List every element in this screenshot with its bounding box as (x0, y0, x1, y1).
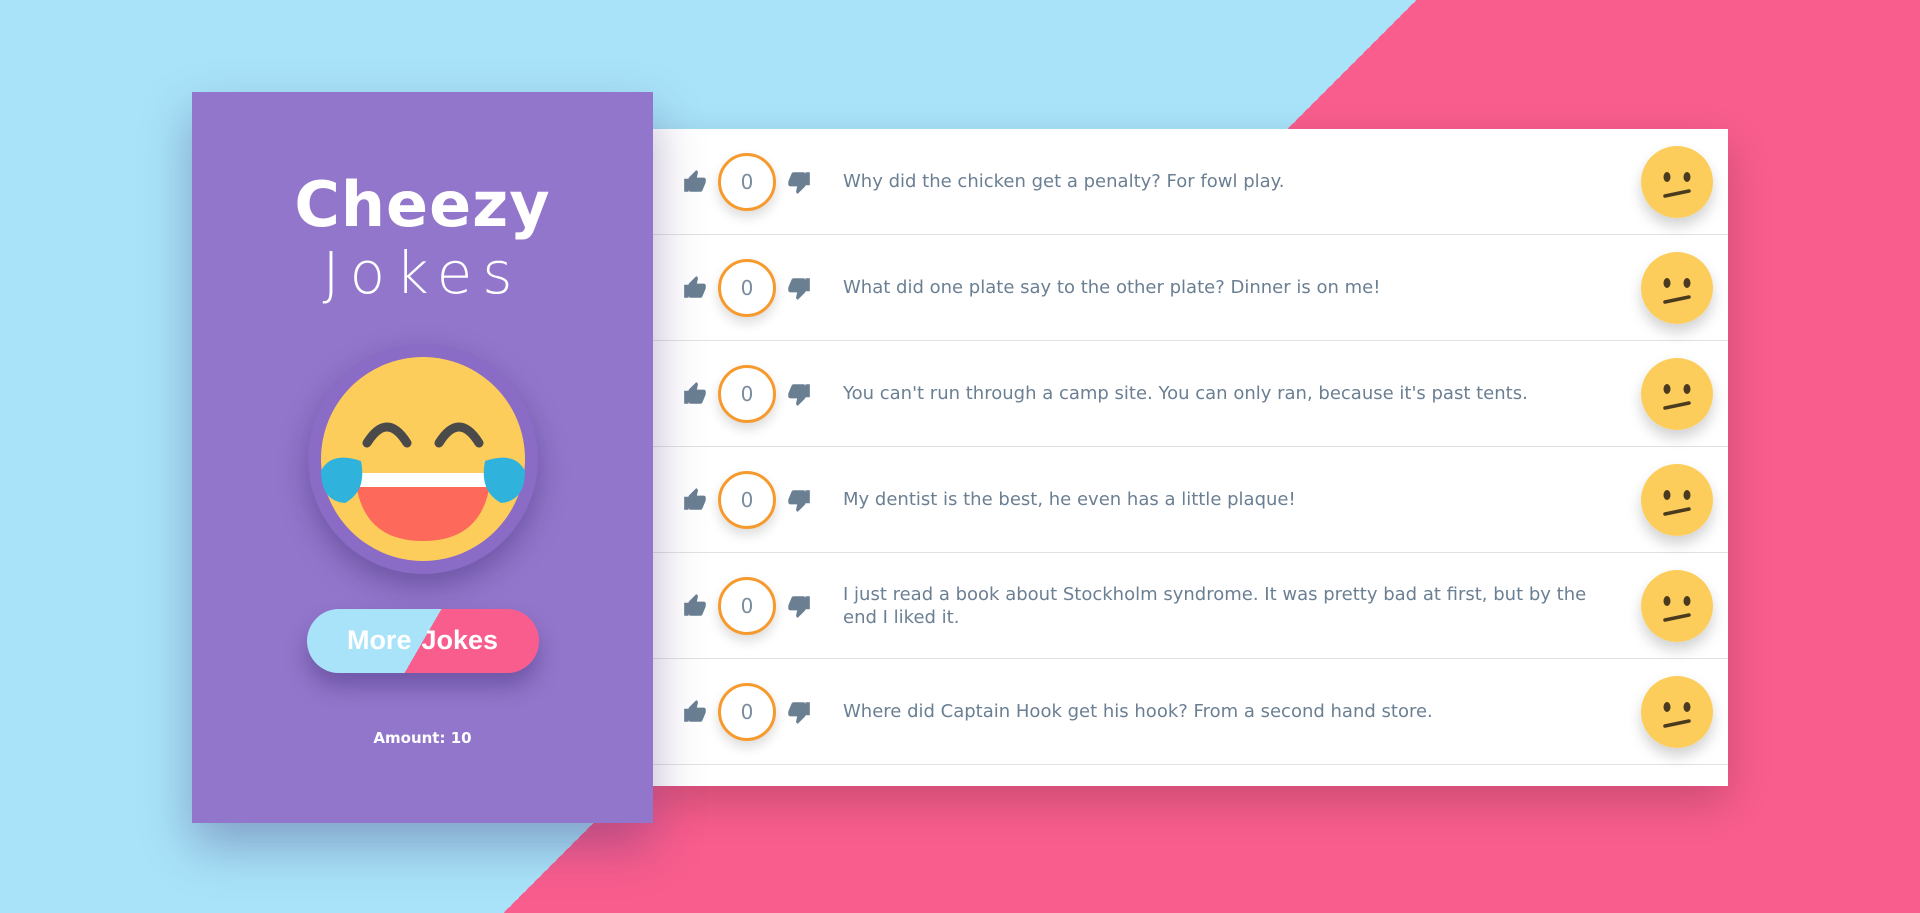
joke-row: 0 Where did Captain Hook get his hook? F… (653, 659, 1728, 765)
confused-face-icon (1641, 463, 1713, 536)
joke-text: I just read a book about Stockholm syndr… (843, 583, 1587, 628)
tears-of-joy-icon (320, 356, 525, 561)
joke-text: You can't run through a camp site. You c… (843, 383, 1528, 404)
laughing-emoji-logo (307, 343, 538, 574)
vote-score: 0 (718, 258, 776, 317)
joke-row: 0 My dentist is the best, he even has a … (653, 447, 1728, 553)
app-title-secondary: Jokes (322, 239, 523, 307)
confused-face-icon (1641, 569, 1713, 642)
thumbs-down-icon[interactable] (786, 275, 812, 301)
joke-text: My dentist is the best, he even has a li… (843, 489, 1296, 510)
vote-controls: 0 (653, 576, 843, 635)
more-jokes-label-left: More (346, 625, 412, 656)
thumbs-down-icon[interactable] (786, 487, 812, 513)
vote-controls: 0 (653, 364, 843, 423)
vote-controls: 0 (653, 152, 843, 211)
joke-row: 0 You can't run through a camp site. You… (653, 341, 1728, 447)
joke-row: 0 I just read a book about Stockholm syn… (653, 553, 1728, 659)
more-jokes-label-right: Jokes (421, 625, 499, 656)
thumbs-up-icon[interactable] (682, 487, 708, 513)
confused-face-icon (1641, 145, 1713, 218)
joke-row: 0 What did one plate say to the other pl… (653, 235, 1728, 341)
joke-text: Where did Captain Hook get his hook? Fro… (843, 701, 1433, 722)
joke-amount: Amount: 10 (373, 728, 472, 747)
joke-text: What did one plate say to the other plat… (843, 277, 1381, 298)
app-window: Cheezy Jokes More Jokes Amount: 10 0 Why… (0, 0, 1920, 913)
thumbs-up-icon[interactable] (682, 381, 708, 407)
vote-controls: 0 (653, 470, 843, 529)
joke-row-partial (653, 765, 1728, 786)
more-jokes-button[interactable]: More Jokes (306, 608, 539, 673)
sidebar: Cheezy Jokes More Jokes Amount: 10 (192, 92, 653, 823)
vote-score: 0 (718, 576, 776, 635)
thumbs-up-icon[interactable] (682, 593, 708, 619)
jokes-list: 0 Why did the chicken get a penalty? For… (653, 129, 1728, 786)
thumbs-down-icon[interactable] (786, 169, 812, 195)
vote-controls: 0 (653, 682, 843, 741)
joke-row: 0 Why did the chicken get a penalty? For… (653, 129, 1728, 235)
confused-face-icon (1641, 357, 1713, 430)
vote-score: 0 (718, 364, 776, 423)
vote-score: 0 (718, 470, 776, 529)
vote-controls: 0 (653, 258, 843, 317)
thumbs-down-icon[interactable] (786, 593, 812, 619)
thumbs-down-icon[interactable] (786, 381, 812, 407)
confused-face-icon (1641, 675, 1713, 748)
vote-score: 0 (718, 152, 776, 211)
thumbs-up-icon[interactable] (682, 275, 708, 301)
vote-score: 0 (718, 682, 776, 741)
joke-text: Why did the chicken get a penalty? For f… (843, 171, 1285, 192)
confused-face-icon (1641, 251, 1713, 324)
thumbs-up-icon[interactable] (682, 169, 708, 195)
app-title-primary: Cheezy (294, 168, 551, 241)
thumbs-down-icon[interactable] (786, 699, 812, 725)
thumbs-up-icon[interactable] (682, 699, 708, 725)
